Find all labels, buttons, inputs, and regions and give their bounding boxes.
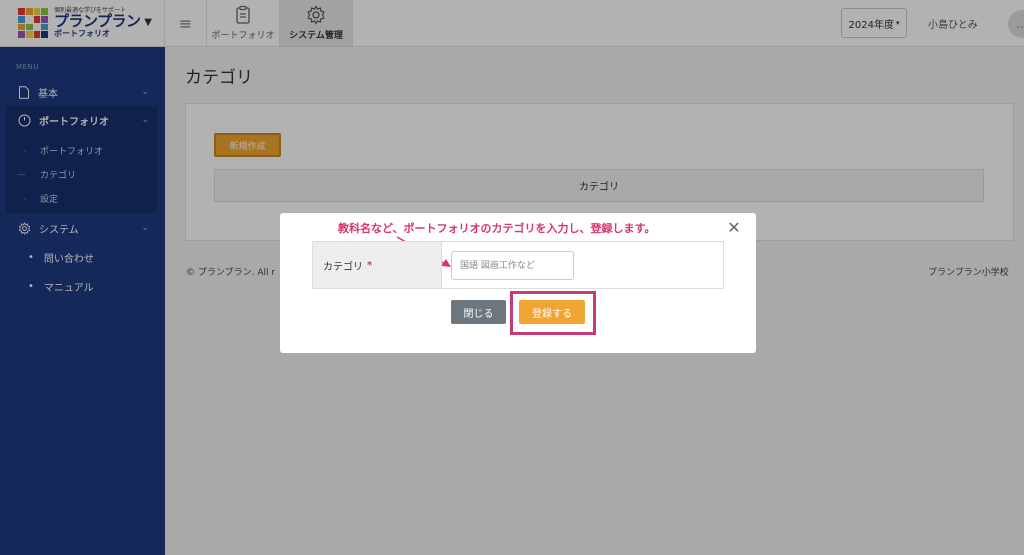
category-field-label: カテゴリ * bbox=[313, 242, 442, 288]
annotation-text: 教科名など、ポートフォリオのカテゴリを入力し、登録します。 bbox=[338, 222, 656, 235]
category-input[interactable] bbox=[451, 251, 574, 280]
close-button[interactable]: 閉じる bbox=[451, 300, 506, 324]
close-icon[interactable]: ✕ bbox=[725, 219, 743, 237]
required-mark: * bbox=[367, 259, 373, 271]
register-button[interactable]: 登録する bbox=[519, 300, 585, 324]
field-label-text: カテゴリ bbox=[323, 261, 363, 273]
